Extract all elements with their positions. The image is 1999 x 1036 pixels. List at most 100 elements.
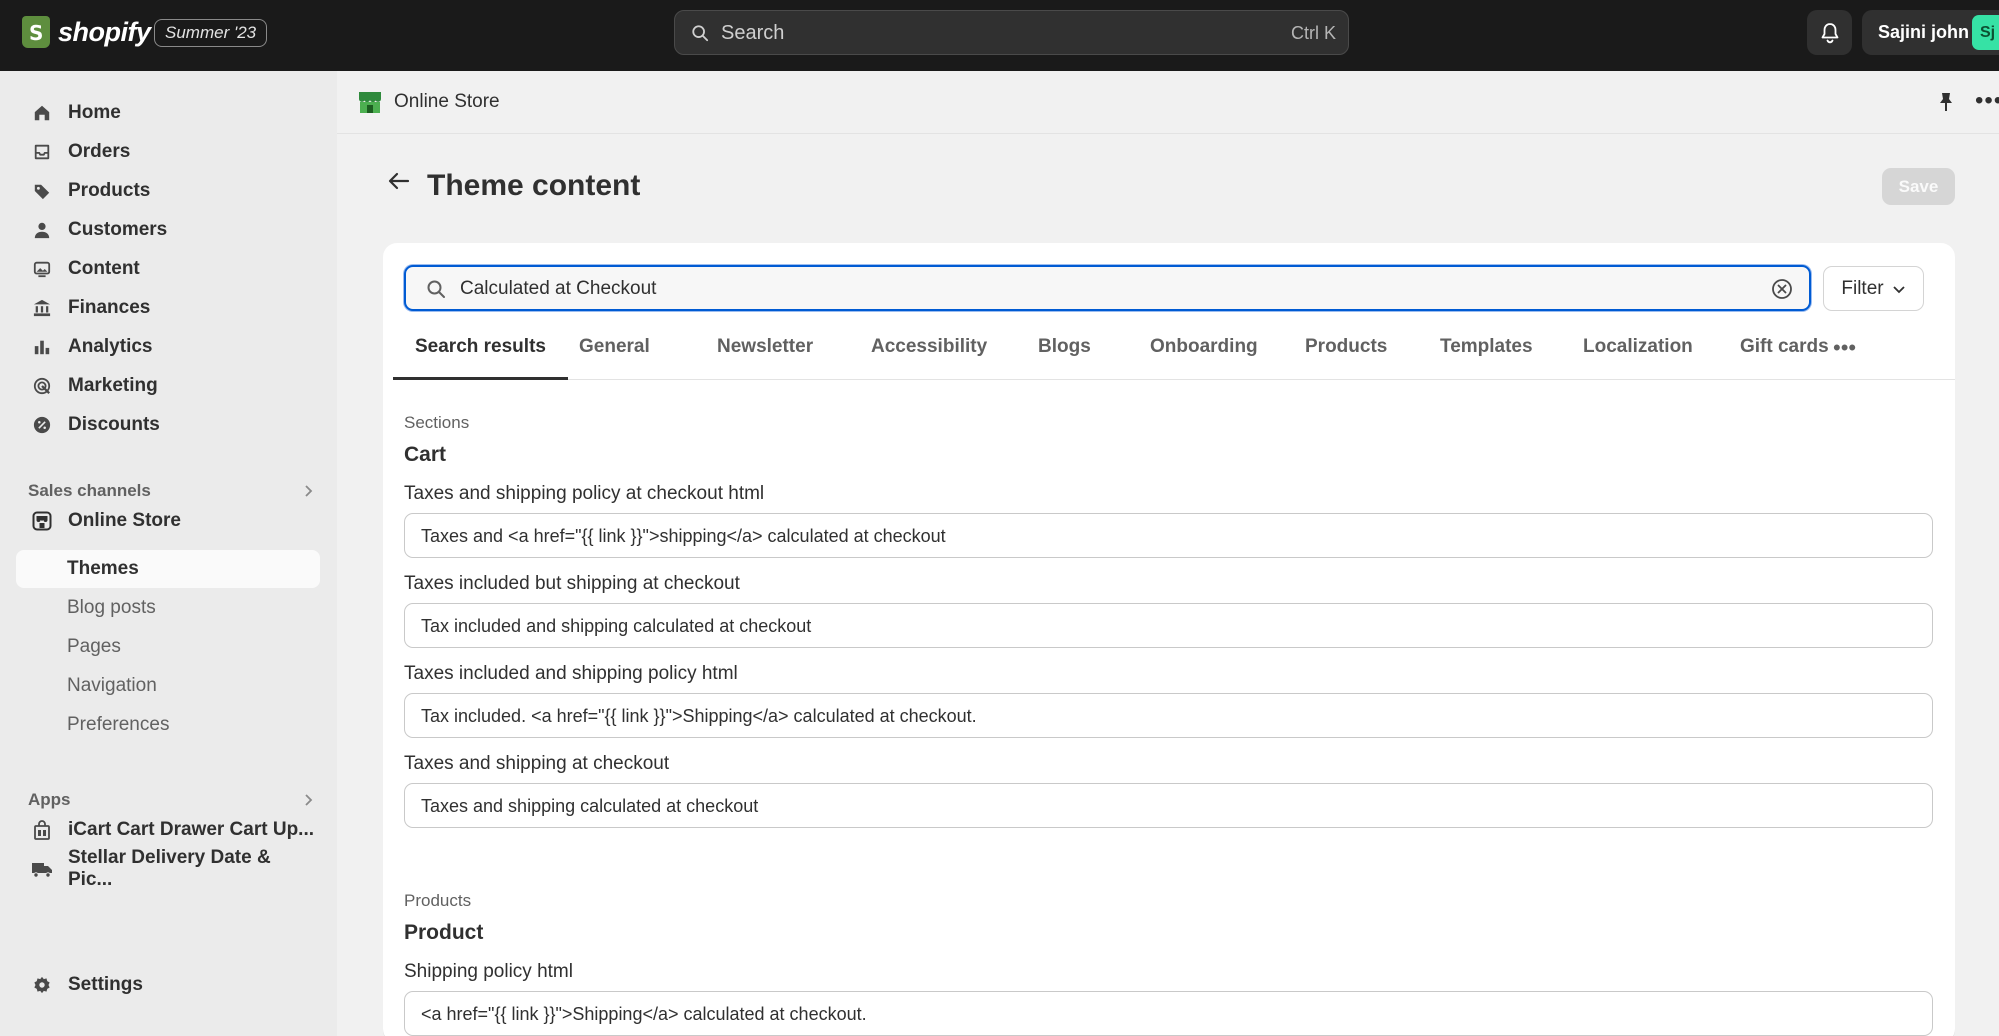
sidebar-item-label: Orders [68,141,131,162]
sidebar-subitem-label: Themes [67,558,139,579]
top-bar: shopify Summer '23 Search Ctrl K Sajini … [0,0,1999,71]
sidebar-subitem-pages[interactable]: Pages [16,628,320,666]
home-icon [34,105,50,121]
tab-onboarding[interactable]: Onboarding [1128,323,1280,380]
sidebar-item-online-store[interactable]: Online Store [16,502,320,540]
tab-accessibility[interactable]: Accessibility [849,323,1009,380]
sidebar-subitem-label: Preferences [67,714,170,735]
user-menu[interactable]: Sajini john Sj [1862,10,1999,55]
sidebar-app-icart[interactable]: iCart Cart Drawer Cart Up... [16,811,320,849]
edition-badge: Summer '23 [154,19,268,47]
bell-icon [1821,22,1838,43]
translation-field[interactable] [404,991,1933,1036]
target-icon [33,377,51,395]
translation-input[interactable] [421,524,1911,548]
translation-field[interactable] [404,513,1933,558]
global-search-label: Search [721,22,785,44]
chevron-down-icon [1892,285,1905,293]
group-title: Product [404,921,484,944]
gear-icon [34,976,50,994]
search-icon [692,25,709,42]
translation-input[interactable] [421,704,1911,728]
content-search-field[interactable] [404,265,1811,311]
tab-localization[interactable]: Localization [1561,323,1715,380]
more-actions-icon[interactable]: ••• [1975,87,1999,115]
sidebar-item-label: Analytics [68,336,153,357]
sidebar-subitem-label: Blog posts [67,597,156,618]
shopify-bag-icon [22,16,50,48]
bank-icon [33,299,51,317]
translation-input[interactable] [421,614,1911,638]
translation-input[interactable] [421,1002,1911,1026]
filter-button[interactable]: Filter [1823,266,1924,311]
sales-channels-header[interactable]: Sales channels [28,481,313,501]
tab-templates[interactable]: Templates [1418,323,1555,380]
avatar: Sj [1972,15,1999,50]
theme-content-card: Filter Search results General Newsletter… [383,243,1955,1036]
sidebar-subitem-label: Navigation [67,675,157,696]
sidebar-item-customers[interactable]: Customers [16,211,320,249]
sidebar-item-marketing[interactable]: Marketing [16,367,320,405]
sidebar-item-label: Customers [68,219,168,240]
chevron-right-icon [305,485,313,497]
more-tabs-icon[interactable]: ••• [1833,335,1856,361]
global-search[interactable]: Search Ctrl K [674,10,1349,55]
tab-products[interactable]: Products [1283,323,1409,380]
save-button[interactable]: Save [1882,168,1955,205]
sidebar-item-label: Marketing [68,375,158,396]
sidebar-item-content[interactable]: Content [16,250,320,288]
tag-icon [34,184,50,200]
shopify-logo[interactable]: shopify [22,16,151,48]
tab-newsletter[interactable]: Newsletter [695,323,835,380]
tab-blogs[interactable]: Blogs [1016,323,1113,380]
brand-name: shopify [58,16,151,47]
translation-input[interactable] [421,794,1911,818]
translation-field[interactable] [404,603,1933,648]
search-shortcut: Ctrl K [1291,23,1336,43]
sidebar-item-label: Products [68,180,151,201]
sidebar-subitem-label: Pages [67,636,121,657]
back-arrow-icon[interactable] [388,171,410,191]
field-label: Taxes included and shipping policy html [404,663,738,684]
translation-field[interactable] [404,783,1933,828]
bar-chart-icon [34,340,50,355]
sidebar: Home Orders Products Customers Content F… [0,71,337,1036]
pin-icon[interactable] [1937,91,1955,113]
sidebar-subitem-themes[interactable]: Themes [16,550,320,588]
translation-field[interactable] [404,693,1933,738]
field-label: Taxes and shipping at checkout [404,753,670,774]
tab-general[interactable]: General [557,323,672,380]
apps-header[interactable]: Apps [28,790,313,810]
sales-channels-label: Sales channels [28,481,151,500]
sidebar-item-label: Finances [68,297,151,318]
content-search-input[interactable] [460,276,1740,302]
notifications-button[interactable] [1807,10,1852,55]
tab-gift-cards[interactable]: Gift cards [1718,323,1851,380]
sidebar-item-analytics[interactable]: Analytics [16,328,320,366]
search-icon [427,280,445,298]
tab-search-results[interactable]: Search results [393,323,568,380]
sidebar-item-orders[interactable]: Orders [16,133,320,171]
filter-label: Filter [1841,277,1884,299]
group-label: Products [404,891,472,910]
sidebar-item-products[interactable]: Products [16,172,320,210]
page-title: Theme content [427,169,641,202]
sidebar-item-finances[interactable]: Finances [16,289,320,327]
sidebar-item-label: Stellar Delivery Date & Pic... [67,847,271,890]
field-label: Shipping policy html [404,961,573,982]
sidebar-item-label: Online Store [68,510,181,531]
sidebar-subitem-navigation[interactable]: Navigation [16,667,320,705]
sidebar-app-stellar[interactable]: Stellar Delivery Date & Pic... [16,847,320,890]
clear-search-icon[interactable] [1771,278,1793,300]
chevron-right-icon [305,794,313,806]
sidebar-subitem-blog-posts[interactable]: Blog posts [16,589,320,627]
image-icon [33,261,51,278]
user-name: Sajini john [1878,22,1970,42]
sidebar-subitem-preferences[interactable]: Preferences [16,706,320,744]
app-store-icon [34,820,50,840]
sidebar-item-discounts[interactable]: Discounts [16,406,320,444]
inbox-icon [34,144,50,160]
sidebar-item-home[interactable]: Home [16,94,320,132]
content-tabs: Search results General Newsletter Access… [393,323,1955,380]
sidebar-item-settings[interactable]: Settings [16,966,320,1004]
